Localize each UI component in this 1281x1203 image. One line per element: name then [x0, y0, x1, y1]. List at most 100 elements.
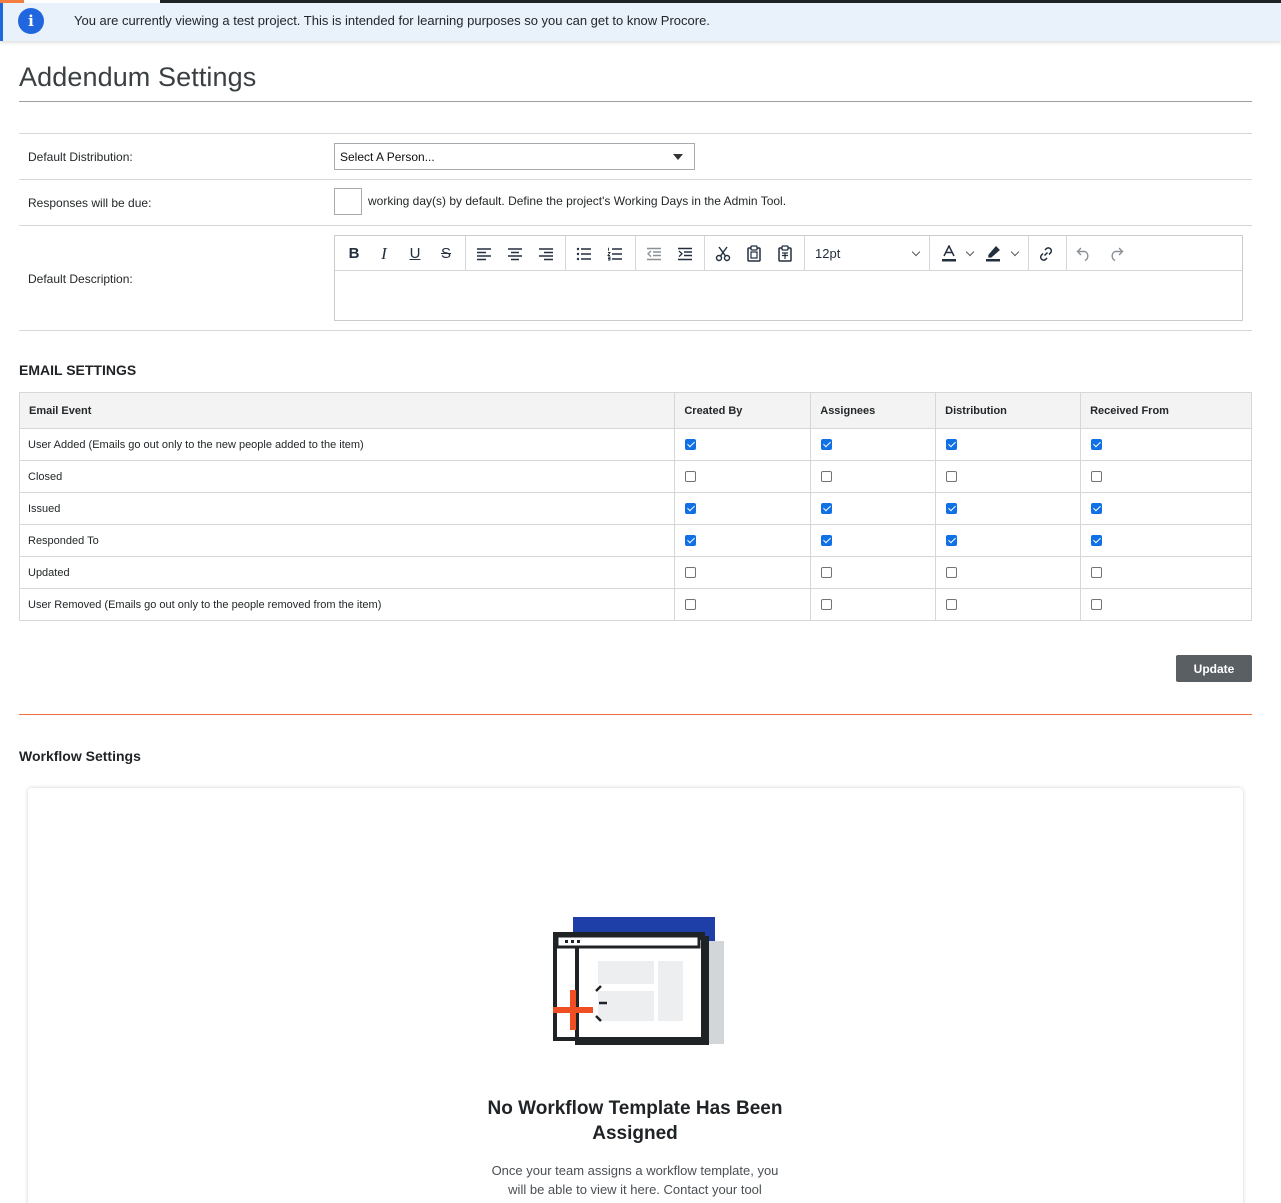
description-editor[interactable]: B I U S 12pt — [334, 235, 1243, 321]
numbered-list-icon[interactable] — [602, 240, 628, 267]
column-header: Distribution — [935, 392, 1082, 429]
checkbox-cell — [674, 524, 812, 557]
align-left-icon[interactable] — [471, 240, 497, 267]
redo-icon[interactable] — [1103, 240, 1129, 267]
checkbox-cell — [1080, 460, 1252, 493]
checkbox-cell — [674, 492, 812, 525]
info-icon: i — [18, 8, 44, 34]
toolbar-separator — [704, 236, 705, 271]
notify-checkbox[interactable] — [946, 567, 958, 579]
notify-checkbox[interactable] — [685, 599, 697, 611]
toolbar-separator — [565, 236, 566, 271]
title-divider — [19, 101, 1252, 102]
caret-down-icon — [673, 154, 683, 160]
paste-icon[interactable] — [772, 240, 798, 267]
notify-checkbox[interactable] — [821, 439, 833, 451]
workflow-settings-title: Workflow Settings — [19, 748, 141, 764]
workflow-empty-body: Once your team assigns a workflow templa… — [491, 1163, 779, 1197]
align-right-icon[interactable] — [533, 240, 559, 267]
font-size-value: 12pt — [815, 246, 841, 261]
chevron-down-icon[interactable] — [965, 247, 975, 257]
copy-icon[interactable] — [741, 240, 767, 267]
notify-checkbox[interactable] — [946, 439, 958, 451]
align-center-icon[interactable] — [502, 240, 528, 267]
cut-icon[interactable] — [710, 240, 736, 267]
toolbar-separator — [1066, 236, 1067, 271]
chevron-down-icon — [911, 247, 921, 257]
notify-checkbox[interactable] — [946, 535, 958, 547]
toolbar-separator — [465, 236, 466, 271]
email-event-label: User Added (Emails go out only to the ne… — [18, 428, 676, 461]
chevron-down-icon[interactable] — [1010, 247, 1020, 257]
email-settings-title: EMAIL SETTINGS — [19, 362, 137, 378]
indent-icon[interactable] — [672, 240, 698, 267]
checkbox-cell — [810, 588, 937, 621]
section-divider — [19, 714, 1252, 715]
outdent-icon[interactable] — [641, 240, 667, 267]
notify-checkbox[interactable] — [821, 567, 833, 579]
email-event-label: Issued — [18, 492, 676, 525]
distribution-label: Default Distribution: — [28, 150, 133, 164]
font-size-select[interactable]: 12pt — [815, 240, 925, 267]
update-button[interactable]: Update — [1176, 655, 1252, 682]
form-divider — [19, 133, 1252, 134]
checkbox-cell — [810, 428, 937, 461]
table-row: Closed — [18, 460, 1252, 493]
column-header: Received From — [1080, 392, 1252, 429]
notify-checkbox[interactable] — [685, 503, 697, 515]
test-project-banner: i You are currently viewing a test proje… — [0, 3, 1281, 41]
distribution-select[interactable]: Select A Person... — [334, 143, 695, 170]
bullet-list-icon[interactable] — [571, 240, 597, 267]
checkbox-cell — [1080, 524, 1252, 557]
highlight-color-icon[interactable] — [980, 240, 1006, 267]
table-row: User Removed (Emails go out only to the … — [18, 588, 1252, 621]
table-header-row: Email Event Created By Assignees Distrib… — [18, 392, 1252, 429]
toolbar-separator — [929, 236, 930, 271]
notify-checkbox[interactable] — [1091, 471, 1103, 483]
notify-checkbox[interactable] — [1091, 567, 1103, 579]
checkbox-cell — [1080, 556, 1252, 589]
workflow-empty-card: No Workflow Template Has Been Assigned O… — [28, 788, 1243, 1203]
italic-icon[interactable]: I — [371, 240, 397, 267]
notify-checkbox[interactable] — [821, 599, 833, 611]
checkbox-cell — [810, 492, 937, 525]
notify-checkbox[interactable] — [946, 599, 958, 611]
form-divider — [19, 179, 1252, 180]
column-header: Created By — [674, 392, 812, 429]
checkbox-cell — [674, 556, 812, 589]
notify-checkbox[interactable] — [821, 471, 833, 483]
checkbox-cell — [810, 556, 937, 589]
checkbox-cell — [935, 492, 1082, 525]
notify-checkbox[interactable] — [946, 503, 958, 515]
text-color-icon[interactable] — [936, 240, 962, 267]
description-label: Default Description: — [28, 272, 133, 286]
table-row: Responded To — [18, 524, 1252, 557]
notify-checkbox[interactable] — [685, 439, 697, 451]
form-divider — [19, 225, 1252, 226]
working-days-input[interactable] — [334, 188, 362, 215]
underline-icon[interactable]: U — [402, 240, 428, 267]
table-row: User Added (Emails go out only to the ne… — [18, 428, 1252, 461]
notify-checkbox[interactable] — [946, 471, 958, 483]
email-event-label: Closed — [18, 460, 676, 493]
working-days-text: working day(s) by default. Define the pr… — [368, 194, 787, 208]
table-row: Issued — [18, 492, 1252, 525]
email-event-label: Responded To — [18, 524, 676, 557]
undo-icon[interactable] — [1071, 240, 1097, 267]
notify-checkbox[interactable] — [1091, 535, 1103, 547]
checkbox-cell — [674, 428, 812, 461]
bold-icon[interactable]: B — [341, 240, 367, 267]
notify-checkbox[interactable] — [821, 503, 833, 515]
notify-checkbox[interactable] — [821, 535, 833, 547]
notify-checkbox[interactable] — [685, 567, 697, 579]
notify-checkbox[interactable] — [1091, 503, 1103, 515]
notify-checkbox[interactable] — [1091, 439, 1103, 451]
notify-checkbox[interactable] — [685, 535, 697, 547]
checkbox-cell — [1080, 588, 1252, 621]
link-icon[interactable] — [1033, 240, 1059, 267]
checkbox-cell — [935, 556, 1082, 589]
checkbox-cell — [935, 588, 1082, 621]
notify-checkbox[interactable] — [1091, 599, 1103, 611]
notify-checkbox[interactable] — [685, 471, 697, 483]
strikethrough-icon[interactable]: S — [433, 240, 459, 267]
